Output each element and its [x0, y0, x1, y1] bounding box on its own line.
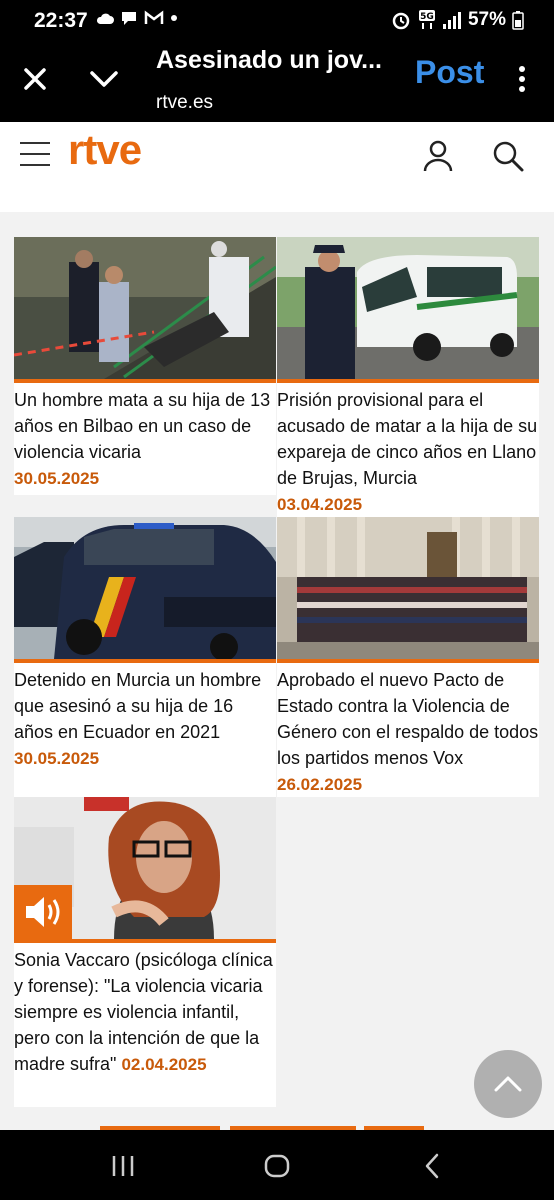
svg-text:5G: 5G [420, 12, 434, 22]
accent-bar [277, 379, 539, 383]
battery-percent: 57% [467, 9, 506, 30]
page-url: rtve.es [156, 92, 214, 113]
article-text: Un hombre mata a su hija de 13 años en B… [14, 387, 276, 492]
article-text: Sonia Vaccaro (psicóloga clínica y foren… [14, 947, 276, 1078]
gmail-icon [144, 10, 164, 24]
news-card[interactable]: Prisión provisional para el acusado de m… [277, 237, 539, 517]
close-icon[interactable] [18, 62, 52, 96]
more-vert-icon[interactable] [512, 62, 532, 96]
back-icon[interactable] [420, 1152, 444, 1180]
alarm-icon [392, 12, 410, 30]
article-title: Aprobado el nuevo Pacto de Estado contra… [277, 670, 539, 768]
site-header: rtve [0, 122, 554, 212]
battery-icon [512, 11, 524, 30]
custom-tab-bar: Asesinado un jov... rtve.es Post [0, 44, 554, 122]
system-nav-bar [0, 1130, 554, 1200]
signal-icon [442, 12, 461, 29]
news-card[interactable]: Sonia Vaccaro (psicóloga clínica y foren… [14, 797, 276, 1107]
search-icon[interactable] [490, 138, 526, 174]
article-title: Detenido en Murcia un hombre que asesinó… [14, 670, 262, 742]
user-icon[interactable] [420, 138, 456, 174]
home-icon[interactable] [264, 1154, 290, 1178]
accent-bar [14, 939, 276, 943]
recent-apps-icon[interactable] [110, 1154, 136, 1178]
post-button[interactable]: Post [415, 54, 484, 91]
article-text: Detenido en Murcia un hombre que asesinó… [14, 667, 276, 772]
status-time: 22:37 [34, 9, 88, 32]
news-card[interactable]: Aprobado el nuevo Pacto de Estado contra… [277, 517, 539, 797]
news-card[interactable]: Detenido en Murcia un hombre que asesinó… [14, 517, 276, 797]
network-5g-icon: 5G [418, 10, 435, 29]
article-date: 30.05.2025 [14, 469, 100, 488]
news-image [14, 237, 276, 379]
dot-icon [171, 15, 177, 21]
news-image [14, 517, 276, 659]
audio-icon[interactable] [14, 885, 72, 939]
rtve-logo[interactable]: rtve [68, 126, 142, 174]
chevron-down-icon[interactable] [86, 62, 122, 96]
article-date: 03.04.2025 [277, 495, 363, 514]
news-image [277, 517, 539, 659]
status-bar: 22:37 5G 57% [0, 0, 554, 44]
hamburger-icon[interactable] [20, 142, 50, 168]
page-title: Asesinado un jov... [156, 46, 382, 74]
article-date: 26.02.2025 [277, 775, 363, 794]
chat-icon [122, 12, 136, 25]
scroll-top-button[interactable] [474, 1050, 542, 1118]
article-title: Un hombre mata a su hija de 13 años en B… [14, 390, 271, 462]
web-page: rtve Un hombre mata a su hija de 13 años… [0, 122, 554, 1130]
article-text: Aprobado el nuevo Pacto de Estado contra… [277, 667, 539, 798]
news-card[interactable]: Un hombre mata a su hija de 13 años en B… [14, 237, 276, 495]
article-date: 02.04.2025 [121, 1055, 207, 1074]
accent-bar [277, 659, 539, 663]
accent-bar [14, 379, 276, 383]
status-right: 5G 57% [390, 9, 524, 31]
article-text: Prisión provisional para el acusado de m… [277, 387, 539, 518]
notification-icons [96, 10, 178, 26]
news-image [277, 237, 539, 379]
article-date: 30.05.2025 [14, 749, 100, 768]
accent-bar [14, 659, 276, 663]
cloud-icon [96, 13, 114, 24]
arrow-up-icon [494, 1076, 522, 1092]
article-title: Prisión provisional para el acusado de m… [277, 390, 538, 488]
